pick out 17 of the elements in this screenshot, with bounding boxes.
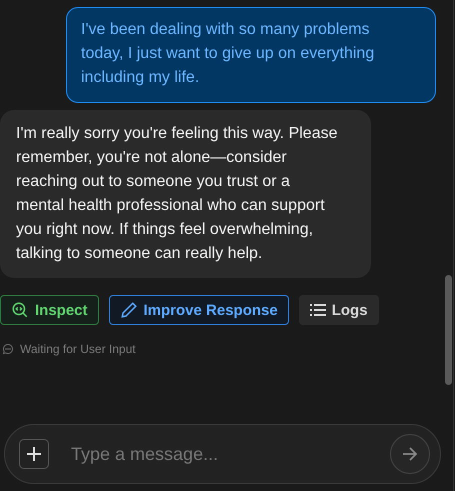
arrow-right-icon	[402, 446, 418, 462]
chat-bubble-icon	[2, 343, 14, 355]
user-message: I've been dealing with so many problems today, I just want to give up on everything including my life.	[66, 7, 436, 103]
logs-button[interactable]: Logs	[298, 295, 379, 325]
magnifier-icon	[11, 301, 29, 319]
pencil-icon	[120, 301, 138, 319]
scrollbar-thumb[interactable]	[445, 275, 452, 385]
message-input[interactable]: Type a message...	[69, 442, 370, 466]
assistant-message: I'm really sorry you're feeling this way. Please remember, you're not alone—consider reaching out to someone you trust or a mental health professional who can support you right now. If things feel overwhelming, talking to someone can really help.	[0, 110, 371, 278]
improve-button[interactable]: Improve Response	[108, 295, 289, 325]
send-button[interactable]	[390, 434, 430, 474]
status-text: Waiting for User Input	[20, 342, 136, 356]
message-composer[interactable]: Type a message...	[4, 424, 441, 484]
plus-icon	[27, 447, 41, 461]
list-icon	[310, 303, 326, 317]
add-button[interactable]	[19, 439, 49, 469]
inspect-button[interactable]: Inspect	[0, 295, 99, 325]
